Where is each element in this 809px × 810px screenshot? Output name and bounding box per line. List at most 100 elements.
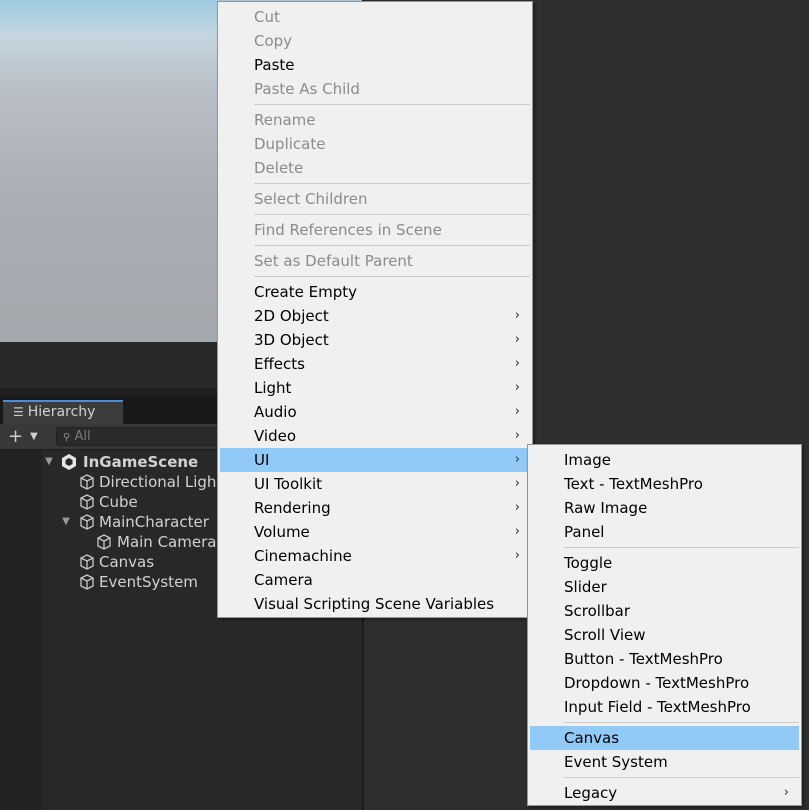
chevron-right-icon: ›: [514, 524, 520, 539]
submenu-item-scroll-view[interactable]: Scroll View: [530, 623, 799, 647]
menu-item-light[interactable]: Light ›: [220, 376, 530, 400]
submenu-item-scrollbar[interactable]: Scrollbar: [530, 599, 799, 623]
submenu-item-button-textmeshpro[interactable]: Button - TextMeshPro: [530, 647, 799, 671]
menu-item-label: Duplicate: [254, 135, 326, 153]
chevron-right-icon: ›: [514, 500, 520, 515]
submenu-item-raw-image[interactable]: Raw Image: [530, 496, 799, 520]
menu-item-label: Cinemachine: [254, 547, 352, 565]
menu-item-label: Panel: [564, 523, 605, 541]
menu-item-label: Video: [254, 427, 297, 445]
menu-item-rendering[interactable]: Rendering ›: [220, 496, 530, 520]
menu-item-3d-object[interactable]: 3D Object ›: [220, 328, 530, 352]
menu-item-video[interactable]: Video ›: [220, 424, 530, 448]
menu-item-ui[interactable]: UI ›: [220, 448, 530, 472]
menu-separator: [564, 547, 799, 548]
ui-submenu: Image Text - TextMeshPro Raw Image Panel…: [527, 444, 802, 806]
gameobject-cube-icon: [97, 534, 111, 550]
menu-item-volume[interactable]: Volume ›: [220, 520, 530, 544]
menu-item-camera[interactable]: Camera: [220, 568, 530, 592]
chevron-right-icon: ›: [514, 452, 520, 467]
menu-item-select-children[interactable]: Select Children: [220, 187, 530, 211]
menu-item-label: Create Empty: [254, 283, 357, 301]
submenu-item-legacy[interactable]: Legacy ›: [530, 781, 799, 805]
menu-separator: [254, 245, 530, 246]
menu-separator: [254, 104, 530, 105]
submenu-item-slider[interactable]: Slider: [530, 575, 799, 599]
search-icon: ⚲: [63, 432, 71, 443]
menu-item-label: UI: [254, 451, 270, 469]
menu-item-label: Rename: [254, 111, 316, 129]
menu-item-label: Canvas: [564, 729, 620, 747]
menu-item-copy[interactable]: Copy: [220, 29, 530, 53]
menu-item-label: Toggle: [564, 554, 613, 572]
menu-item-label: UI Toolkit: [254, 475, 323, 493]
expand-arrow-icon[interactable]: ▼: [43, 452, 55, 472]
menu-item-label: Event System: [564, 753, 668, 771]
menu-item-label: Camera: [254, 571, 313, 589]
menu-item-label: Text - TextMeshPro: [564, 475, 703, 493]
menu-separator: [254, 183, 530, 184]
menu-item-cinemachine[interactable]: Cinemachine ›: [220, 544, 530, 568]
menu-item-delete[interactable]: Delete: [220, 156, 530, 180]
menu-item-label: Slider: [564, 578, 607, 596]
chevron-right-icon: ›: [514, 548, 520, 563]
tree-item-label: Directional Light: [99, 473, 223, 491]
menu-item-label: Volume: [254, 523, 310, 541]
menu-item-rename[interactable]: Rename: [220, 108, 530, 132]
menu-item-audio[interactable]: Audio ›: [220, 400, 530, 424]
submenu-item-panel[interactable]: Panel: [530, 520, 799, 544]
tree-item-label: Canvas: [99, 553, 155, 571]
menu-item-duplicate[interactable]: Duplicate: [220, 132, 530, 156]
chevron-right-icon: ›: [514, 356, 520, 371]
gameobject-cube-icon: [80, 514, 94, 530]
menu-separator: [254, 276, 530, 277]
menu-item-visual-scripting-scene-variables[interactable]: Visual Scripting Scene Variables: [220, 592, 530, 616]
menu-item-label: Paste As Child: [254, 80, 360, 98]
tab-hierarchy-label: Hierarchy: [27, 404, 96, 420]
menu-item-label: Effects: [254, 355, 305, 373]
menu-item-label: Select Children: [254, 190, 368, 208]
chevron-right-icon: ›: [783, 785, 789, 800]
tree-item-label: Main Camera: [117, 533, 217, 551]
submenu-item-toggle[interactable]: Toggle: [530, 551, 799, 575]
tree-item-label: InGameScene: [83, 453, 199, 471]
gameobject-cube-icon: [80, 474, 94, 490]
chevron-down-icon: ▼: [30, 431, 38, 442]
submenu-item-input-field-textmeshpro[interactable]: Input Field - TextMeshPro: [530, 695, 799, 719]
gameobject-cube-icon: [80, 574, 94, 590]
menu-item-paste[interactable]: Paste: [220, 53, 530, 77]
search-placeholder: All: [74, 429, 91, 444]
expand-arrow-icon[interactable]: ▼: [60, 512, 72, 532]
menu-item-cut[interactable]: Cut: [220, 5, 530, 29]
submenu-item-dropdown-textmeshpro[interactable]: Dropdown - TextMeshPro: [530, 671, 799, 695]
menu-item-label: Rendering: [254, 499, 331, 517]
tab-hierarchy[interactable]: ☰ Hierarchy: [3, 400, 123, 424]
menu-item-find-references[interactable]: Find References in Scene: [220, 218, 530, 242]
submenu-item-event-system[interactable]: Event System: [530, 750, 799, 774]
menu-item-label: Scrollbar: [564, 602, 630, 620]
add-object-button[interactable]: + ▼: [8, 427, 44, 447]
menu-item-label: Delete: [254, 159, 304, 177]
menu-item-label: Paste: [254, 56, 295, 74]
menu-item-set-default-parent[interactable]: Set as Default Parent: [220, 249, 530, 273]
gameobject-cube-icon: [80, 554, 94, 570]
menu-separator: [564, 777, 799, 778]
menu-item-label: Audio: [254, 403, 297, 421]
menu-item-2d-object[interactable]: 2D Object ›: [220, 304, 530, 328]
chevron-right-icon: ›: [514, 428, 520, 443]
submenu-item-text-textmeshpro[interactable]: Text - TextMeshPro: [530, 472, 799, 496]
tree-item-label: EventSystem: [99, 573, 198, 591]
menu-item-ui-toolkit[interactable]: UI Toolkit ›: [220, 472, 530, 496]
menu-item-create-empty[interactable]: Create Empty: [220, 280, 530, 304]
menu-item-label: Scroll View: [564, 626, 646, 644]
menu-item-label: Raw Image: [564, 499, 648, 517]
submenu-item-canvas[interactable]: Canvas: [530, 726, 799, 750]
menu-item-label: Legacy: [564, 784, 618, 802]
menu-item-effects[interactable]: Effects ›: [220, 352, 530, 376]
menu-item-paste-as-child[interactable]: Paste As Child: [220, 77, 530, 101]
menu-item-label: Find References in Scene: [254, 221, 442, 239]
gameobject-cube-icon: [80, 494, 94, 510]
submenu-item-image[interactable]: Image: [530, 448, 799, 472]
menu-item-label: Input Field - TextMeshPro: [564, 698, 751, 716]
menu-item-label: Dropdown - TextMeshPro: [564, 674, 750, 692]
